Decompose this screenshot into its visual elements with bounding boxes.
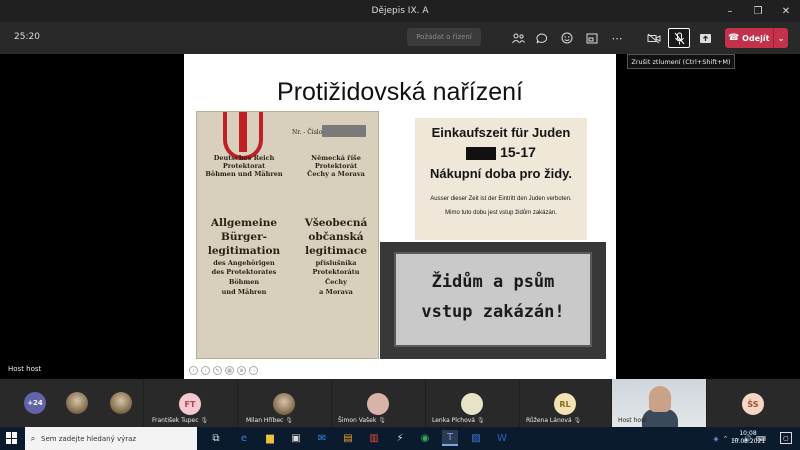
teams-tray-icon[interactable]: ◈ bbox=[713, 435, 718, 443]
participant-tile[interactable]: RL Růžena Lánová 🎙 bbox=[520, 379, 611, 427]
mic-off-icon: 🎙 bbox=[200, 417, 209, 424]
phone-hangup-icon: ☎ bbox=[727, 33, 740, 43]
pen-icon[interactable]: ✎ bbox=[213, 366, 222, 375]
participant-avatar[interactable] bbox=[66, 392, 88, 414]
app-icon[interactable]: ▤ bbox=[340, 430, 356, 446]
mic-off-icon: 🎙 bbox=[378, 417, 386, 424]
unmute-tooltip: Zrušit ztlumení (Ctrl+Shift+M) bbox=[627, 54, 735, 69]
leave-meeting-button[interactable]: ☎ Odejít ⌄ bbox=[725, 28, 788, 48]
notice-headline-cz: Nákupní doba pro židy. bbox=[429, 166, 573, 181]
participant-tile[interactable]: Milan Hříbec 🎙 bbox=[238, 379, 331, 427]
presentation-slide: Protižidovská nařízení Nr. - Číslo Deuts… bbox=[184, 54, 616, 379]
id-body-cz: Všeobecná občanská legitimace příslušník… bbox=[304, 217, 368, 296]
participant-overflow-count[interactable]: +24 bbox=[24, 392, 46, 414]
more-options-icon[interactable]: ⋯ bbox=[606, 28, 628, 48]
microphone-muted-icon[interactable] bbox=[668, 28, 690, 48]
request-control-button[interactable]: Požádat o řízení bbox=[407, 28, 481, 46]
shopping-hours-notice-image: Einkaufszeit für Juden 15-17 Nákupní dob… bbox=[415, 118, 587, 240]
participant-name: Milan Hříbec 🎙 bbox=[246, 417, 293, 424]
participant-avatar: FT bbox=[179, 393, 201, 415]
office-icon[interactable]: ▥ bbox=[366, 430, 382, 446]
teams-icon[interactable]: T bbox=[442, 430, 458, 446]
window-title: Dějepis IX. A bbox=[371, 6, 429, 16]
search-placeholder: Sem zadejte hledaný výraz bbox=[41, 434, 137, 443]
windows-taskbar: ⌕ Sem zadejte hledaný výraz ⧉ e ▆ ▣ ✉ ▤ … bbox=[0, 427, 800, 450]
camera-off-icon[interactable] bbox=[643, 28, 665, 48]
mic-off-icon: 🎙 bbox=[476, 417, 485, 424]
notifications-icon[interactable]: ▢ bbox=[780, 432, 792, 444]
id-body-de: Allgemeine Bürger- legitimation des Ange… bbox=[207, 217, 281, 296]
task-view-icon[interactable]: ⧉ bbox=[208, 430, 224, 446]
id-number-box bbox=[322, 125, 366, 137]
notice-headline-de: Einkaufszeit für Juden bbox=[431, 125, 571, 140]
participant-name: Růžena Lánová 🎙 bbox=[526, 417, 582, 424]
participant-name: Host host bbox=[618, 417, 647, 424]
participant-avatar: ŠS bbox=[742, 393, 764, 415]
next-slide-icon[interactable]: › bbox=[201, 366, 210, 375]
share-screen-icon[interactable] bbox=[694, 28, 716, 48]
winamp-icon[interactable]: ⚡ bbox=[392, 430, 408, 446]
notice-text-cz: Mimo tuto dobu jest vstup židům zakázán. bbox=[445, 210, 557, 216]
id-header-cz: Německá říše Protektorát Čechy a Morava bbox=[307, 154, 365, 179]
id-card-image: Nr. - Číslo Deutsches Reich Protektorat … bbox=[196, 111, 379, 359]
participants-strip: +24 FT František Tupec 🎙 Milan Hříbec 🎙 Ši… bbox=[0, 379, 800, 427]
slide-title: Protižidovská nařízení bbox=[277, 78, 523, 106]
participant-tile[interactable]: Lenka Plchová 🎙 bbox=[426, 379, 519, 427]
maximize-button[interactable]: ❐ bbox=[744, 0, 772, 22]
word-icon[interactable]: W bbox=[494, 430, 510, 446]
window-controls: – ❐ ✕ bbox=[716, 0, 800, 22]
slides-grid-icon[interactable]: ▦ bbox=[225, 366, 234, 375]
participant-group-tile[interactable]: +24 bbox=[0, 379, 143, 427]
taskbar-search-input[interactable]: ⌕ Sem zadejte hledaný výraz bbox=[25, 427, 197, 450]
more-slide-options-icon[interactable]: ⋯ bbox=[249, 366, 258, 375]
participant-avatar: RL bbox=[554, 393, 576, 415]
presenter-name-label: Host host bbox=[8, 365, 42, 373]
search-icon: ⌕ bbox=[30, 433, 36, 443]
participant-avatar bbox=[461, 393, 483, 415]
zoom-icon[interactable]: ⊕ bbox=[237, 366, 246, 375]
meeting-toolbar: 25:20 Požádat o řízení ⋯ ☎ Odejít ⌄ bbox=[0, 22, 800, 54]
meeting-timer: 25:20 bbox=[14, 32, 40, 42]
participant-tile[interactable]: FT František Tupec 🎙 bbox=[144, 379, 237, 427]
participants-icon[interactable] bbox=[507, 28, 529, 48]
chevron-down-icon[interactable]: ⌄ bbox=[774, 34, 788, 43]
chrome-icon[interactable]: ◉ bbox=[417, 430, 433, 446]
participant-video-tile[interactable]: Host host bbox=[612, 379, 706, 427]
windows-start-icon[interactable] bbox=[6, 432, 18, 444]
taskbar-clock[interactable]: 10:08 10.03.2021 bbox=[726, 430, 770, 446]
notice-hours: 15-17 bbox=[415, 144, 587, 160]
chat-icon[interactable] bbox=[531, 28, 553, 48]
window-titlebar: Dějepis IX. A – ❐ ✕ bbox=[0, 0, 800, 22]
participant-name: František Tupec 🎙 bbox=[152, 417, 209, 424]
reactions-icon[interactable] bbox=[556, 28, 578, 48]
participant-name: Šimon Vašek 🎙 bbox=[338, 417, 386, 424]
store-icon[interactable]: ▣ bbox=[288, 430, 304, 446]
id-number-label: Nr. - Číslo bbox=[292, 129, 323, 136]
participant-avatar[interactable] bbox=[110, 392, 132, 414]
shared-content-stage: Protižidovská nařízení Nr. - Číslo Deuts… bbox=[0, 54, 800, 379]
participant-tile[interactable]: Šimon Vašek 🎙 bbox=[332, 379, 425, 427]
edge-icon[interactable]: e bbox=[236, 430, 252, 446]
sign-line-2: vstup zakázán! bbox=[421, 302, 565, 322]
minimize-button[interactable]: – bbox=[716, 0, 744, 22]
breakout-rooms-icon[interactable] bbox=[581, 28, 603, 48]
file-explorer-icon[interactable]: ▆ bbox=[262, 430, 278, 446]
sign-plate: Židům a psům vstup zakázán! bbox=[394, 252, 592, 347]
prev-slide-icon[interactable]: ‹ bbox=[189, 366, 198, 375]
participant-name: Lenka Plchová 🎙 bbox=[432, 417, 485, 424]
participant-tile[interactable]: ŠS bbox=[707, 379, 800, 427]
notice-text-de: Ausser dieser Zeit ist der Eintritt den … bbox=[430, 196, 572, 202]
mail-icon[interactable]: ✉ bbox=[314, 430, 330, 446]
slide-toolbar: ‹ › ✎ ▦ ⊕ ⋯ bbox=[189, 366, 258, 375]
mic-off-icon: 🎙 bbox=[573, 417, 582, 424]
leave-label: Odejít bbox=[742, 33, 770, 43]
close-button[interactable]: ✕ bbox=[772, 0, 800, 22]
id-header-de: Deutsches Reich Protektorat Böhmen und M… bbox=[205, 154, 283, 179]
mic-off-icon: 🎙 bbox=[285, 417, 293, 424]
participant-avatar bbox=[273, 393, 295, 415]
participant-avatar bbox=[367, 393, 389, 415]
photos-icon[interactable]: ▨ bbox=[468, 430, 484, 446]
sign-line-1: Židům a psům bbox=[431, 272, 555, 292]
prohibition-sign-image: Židům a psům vstup zakázán! bbox=[380, 242, 606, 359]
